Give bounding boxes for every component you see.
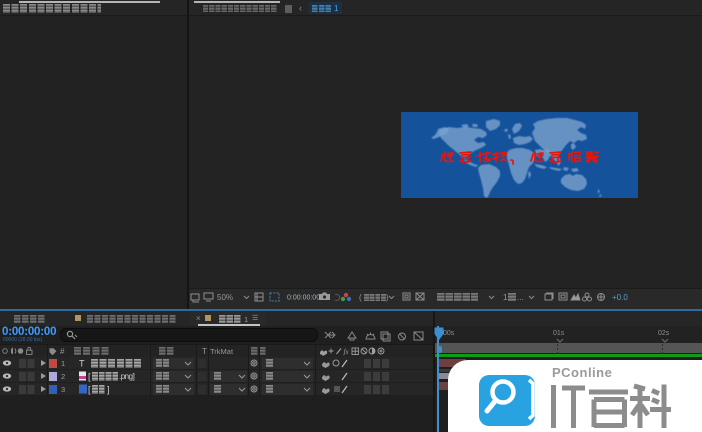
svg-text:+0.0: +0.0 [612,293,628,302]
svg-text:TrkMat: TrkMat [210,347,234,356]
svg-text:T: T [202,347,207,356]
svg-text:#: # [60,347,65,356]
svg-text:0:00:00:00: 0:00:00:00 [287,295,320,302]
svg-text:fx: fx [344,348,350,356]
svg-text:50%: 50% [217,293,233,302]
